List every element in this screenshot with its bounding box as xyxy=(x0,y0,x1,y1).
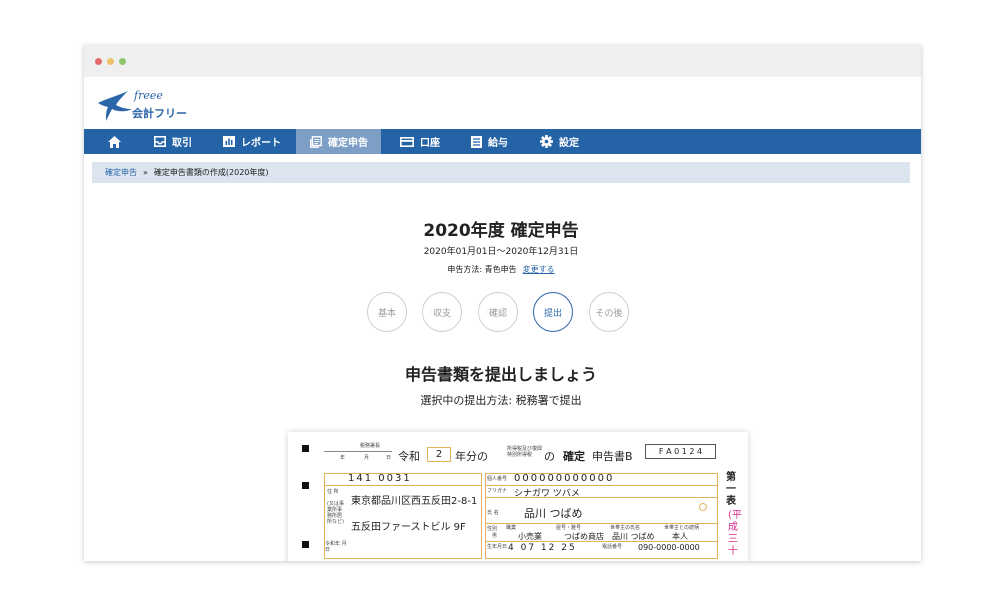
address-label: 住 所 xyxy=(327,489,339,495)
occupation-label: 職業 xyxy=(506,525,517,531)
gender-label: 性別 xyxy=(487,526,498,532)
postal-code: 141 0031 xyxy=(348,473,412,484)
step-submit[interactable]: 提出 xyxy=(533,292,573,332)
browser-window: freee 会計フリー 取引 レポート 確定申告 口座 給与 設定 確定申告 »… xyxy=(84,45,921,561)
form-corner-mark xyxy=(302,541,309,548)
nav-transactions[interactable]: 取引 xyxy=(154,129,192,154)
breadcrumb-separator: » xyxy=(143,168,148,177)
card-icon xyxy=(400,136,414,147)
document-icon xyxy=(310,135,322,148)
form-year-suffix: 年分の xyxy=(455,450,488,463)
form-name: 申告書B xyxy=(592,450,633,463)
freee-logo[interactable]: freee 会計フリー xyxy=(96,87,206,125)
nav-tax-return[interactable]: 確定申告 xyxy=(296,129,381,154)
gear-icon xyxy=(540,135,553,148)
form-confirm: 確定 xyxy=(563,450,585,463)
logo-script-text: freee xyxy=(134,89,163,102)
my-number-label: 個人番号 xyxy=(487,476,508,482)
tax-form-preview: 税務署長 年 月 日 令和 2 年分の 所得税及び復興特別所得税 の 確定 申告… xyxy=(288,432,748,561)
address-line-2: 五反田ファーストビル 9F xyxy=(351,522,466,533)
birthday-label: 生年月日 xyxy=(487,544,508,550)
phone-label: 電話番号 xyxy=(602,544,623,550)
breadcrumb-link-tax-return[interactable]: 確定申告 xyxy=(105,167,137,178)
nav-reports-label: レポート xyxy=(241,138,281,149)
gender-value: 男 xyxy=(492,533,498,539)
nav-transactions-label: 取引 xyxy=(172,138,192,149)
name-label: 氏 名 xyxy=(487,510,499,516)
nav-tax-return-label: 確定申告 xyxy=(328,138,368,149)
date-year-mark: 年 xyxy=(340,455,346,461)
main-nav: 取引 レポート 確定申告 口座 給与 設定 xyxy=(84,129,921,154)
address-line-1: 東京都品川区西五反田2-8-1 xyxy=(351,496,478,507)
minimize-window-dot[interactable] xyxy=(107,58,114,65)
form-code-box: F A 0 1 2 4 xyxy=(645,444,716,459)
phone: 090-0000-0000 xyxy=(638,543,700,552)
nav-home[interactable] xyxy=(108,129,127,154)
page-title: 2020年度 確定申告 xyxy=(423,221,579,241)
postal-divider xyxy=(324,485,482,486)
maximize-window-dot[interactable] xyxy=(119,58,126,65)
nav-payroll[interactable]: 給与 xyxy=(471,129,508,154)
main-content: 確定申告 » 確定申告書類の作成(2020年度) 2020年度 確定申告 202… xyxy=(92,162,910,561)
form-era: 令和 xyxy=(398,450,420,463)
step-basic[interactable]: 基本 xyxy=(367,292,407,332)
nav-payroll-label: 給与 xyxy=(488,138,508,149)
tax-office-label: 税務署長 xyxy=(360,443,381,449)
nav-accounts-label: 口座 xyxy=(420,138,440,149)
submit-heading: 申告書類を提出しましょう xyxy=(404,365,597,384)
date-line xyxy=(324,451,392,452)
change-method-link[interactable]: 変更する xyxy=(523,265,555,274)
window-titlebar xyxy=(84,45,921,77)
nav-settings-label: 設定 xyxy=(559,138,579,149)
step-after[interactable]: その後 xyxy=(589,292,629,332)
nav-settings[interactable]: 設定 xyxy=(540,129,579,154)
submit-method-text: 選択中の提出方法: 税務署で提出 xyxy=(420,394,582,407)
date-day-mark: 日 xyxy=(386,455,392,461)
step-income[interactable]: 収支 xyxy=(422,292,462,332)
taxpayer-name: 品川 つばめ xyxy=(524,507,583,520)
seal-circle xyxy=(699,503,707,511)
name-divider xyxy=(485,523,718,524)
furigana-divider xyxy=(485,497,718,498)
list-icon xyxy=(471,135,482,148)
filing-method: 申告方法: 青色申告 変更する xyxy=(92,264,910,275)
form-tax-type-tail: の xyxy=(544,450,555,463)
occupation-divider xyxy=(485,541,718,542)
address-note: (又は事業所事務所居所など) xyxy=(327,501,344,525)
row-label: 令和年 月 日 xyxy=(325,541,347,553)
form-side-label-red: (平成三十 xyxy=(728,510,742,557)
form-corner-mark xyxy=(302,445,309,452)
my-number: 000000000000 xyxy=(514,473,615,484)
close-window-dot[interactable] xyxy=(95,58,102,65)
swallow-logo-icon xyxy=(98,91,132,121)
form-tax-type: 所得税及び復興特別所得税 xyxy=(507,446,543,458)
nav-reports[interactable]: レポート xyxy=(223,129,281,154)
bottom-label: 整理 xyxy=(608,560,624,561)
form-year-box: 2 xyxy=(427,447,451,462)
breadcrumb-current: 確定申告書類の作成(2020年度) xyxy=(153,168,269,177)
fiscal-period: 2020年01月01日〜2020年12月31日 xyxy=(423,247,579,257)
home-icon xyxy=(108,135,121,148)
nav-accounts[interactable]: 口座 xyxy=(400,129,440,154)
date-month-mark: 月 xyxy=(364,455,370,461)
step-review[interactable]: 確認 xyxy=(478,292,518,332)
breadcrumb: 確定申告 » 確定申告書類の作成(2020年度) xyxy=(92,162,910,183)
filing-method-label: 申告方法: 青色申告 xyxy=(447,265,517,274)
form-side-label: 第一表 xyxy=(726,472,736,507)
logo-product-name: 会計フリー xyxy=(132,107,187,120)
form-corner-mark xyxy=(302,482,309,489)
chart-icon xyxy=(223,136,235,147)
furigana-label: フリガナ xyxy=(487,488,508,494)
inbox-icon xyxy=(154,136,166,147)
birthday: 4 07 12 25 xyxy=(508,543,577,553)
